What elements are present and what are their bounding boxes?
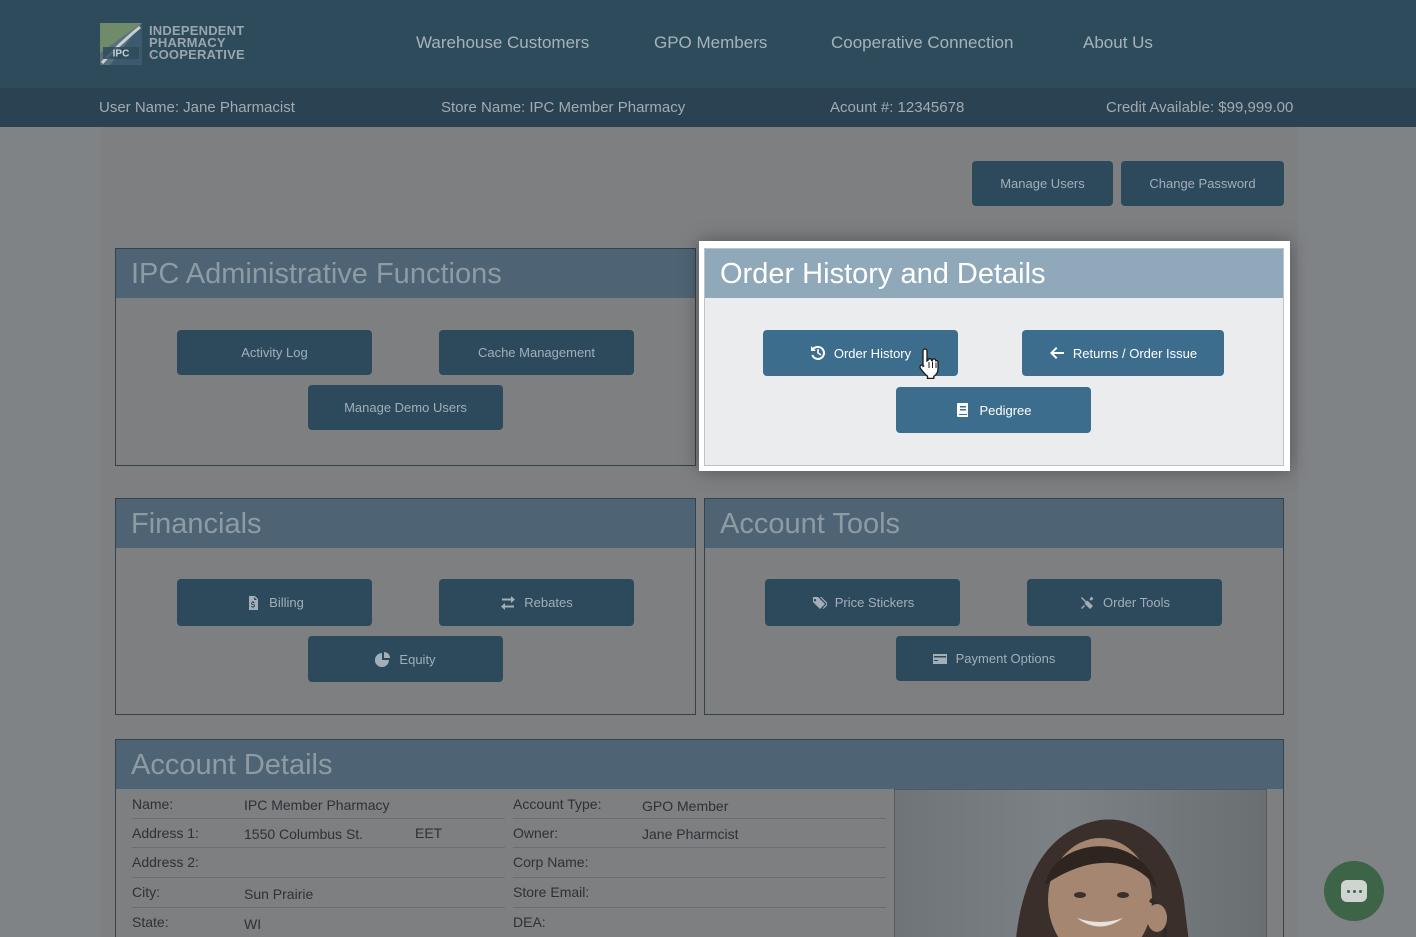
panel-title: IPC Administrative Functions xyxy=(116,249,695,298)
pedigree-button[interactable]: Pedigree xyxy=(896,387,1091,433)
button-label: Order Tools xyxy=(1103,595,1170,610)
logo-mark-text: IPC xyxy=(113,49,130,60)
divider xyxy=(513,818,886,819)
activity-log-button[interactable]: Activity Log xyxy=(177,330,372,375)
panel-title: Account Details xyxy=(116,740,1283,789)
cache-management-button[interactable]: Cache Management xyxy=(439,330,634,375)
store-name: Store Name: IPC Member Pharmacy xyxy=(441,99,686,116)
city-label: City: xyxy=(132,884,160,900)
arrow-left-icon xyxy=(1049,347,1064,359)
address1-label: Address 1: xyxy=(132,825,199,841)
history-icon xyxy=(810,345,825,360)
hand-cursor-icon xyxy=(919,348,939,380)
panel-title: Financials xyxy=(116,499,695,548)
dea-label: DEA: xyxy=(513,914,546,930)
button-label: Rebates xyxy=(524,595,573,610)
divider xyxy=(513,877,886,878)
book-icon xyxy=(957,403,969,417)
owner-value: Jane Pharmcist xyxy=(642,826,739,842)
divider xyxy=(513,907,886,908)
user-name: User Name: Jane Pharmacist xyxy=(99,99,295,116)
payment-options-button[interactable]: Payment Options xyxy=(896,636,1091,681)
support-agent-photo xyxy=(894,789,1267,937)
ipc-logo[interactable]: IPC INDEPENDENT PHARMACY COOPERATIVE xyxy=(100,23,250,67)
manage-users-button[interactable]: Manage Users xyxy=(972,161,1113,206)
state-label: State: xyxy=(132,914,169,930)
exchange-icon xyxy=(501,595,516,610)
divider xyxy=(513,847,886,848)
price-stickers-button[interactable]: Price Stickers xyxy=(765,579,960,626)
top-navigation: IPC INDEPENDENT PHARMACY COOPERATIVE War… xyxy=(0,0,1416,88)
address2-label: Address 2: xyxy=(132,854,199,870)
button-label: Pedigree xyxy=(979,402,1032,418)
address1-value: 1550 Columbus St. xyxy=(244,826,364,842)
rebates-button[interactable]: Rebates xyxy=(439,579,634,626)
tags-icon xyxy=(811,596,827,609)
city-value: Sun Prairie xyxy=(244,886,314,902)
invoice-icon xyxy=(249,595,259,610)
billing-button[interactable]: Billing xyxy=(177,579,372,626)
divider xyxy=(132,877,505,878)
nav-warehouse-customers[interactable]: Warehouse Customers xyxy=(416,33,589,53)
panel-title: Account Tools xyxy=(705,499,1283,548)
ipc-logo-icon: IPC xyxy=(100,23,142,65)
divider xyxy=(132,907,505,908)
state-value: WI xyxy=(244,916,262,932)
chat-button[interactable] xyxy=(1324,861,1384,921)
nav-gpo-members[interactable]: GPO Members xyxy=(654,33,767,53)
name-label: Name: xyxy=(132,796,174,812)
pie-chart-icon xyxy=(375,652,391,667)
chat-icon xyxy=(1341,880,1367,902)
name-value: IPC Member Pharmacy xyxy=(244,797,390,813)
store-email-label: Store Email: xyxy=(513,884,590,900)
button-label: Returns / Order Issue xyxy=(1072,345,1198,361)
support-agent-illustration xyxy=(1016,819,1189,937)
credit-available: Credit Available: $99,999.00 xyxy=(1106,99,1294,116)
button-label: Order History xyxy=(833,345,912,361)
tools-icon xyxy=(1081,596,1094,609)
account-type-label: Account Type: xyxy=(513,796,602,812)
divider xyxy=(132,847,505,848)
order-tools-button[interactable]: Order Tools xyxy=(1027,579,1222,626)
logo-line-3: COOPERATIVE xyxy=(149,47,245,62)
button-label: Price Stickers xyxy=(834,595,915,610)
account-type-value: GPO Member xyxy=(642,798,729,814)
button-label: Billing xyxy=(269,595,304,610)
equity-button[interactable]: Equity xyxy=(308,636,503,682)
button-label: Payment Options xyxy=(955,651,1056,666)
button-label: Equity xyxy=(399,651,436,667)
owner-label: Owner: xyxy=(513,825,559,841)
address1-extra: EET xyxy=(415,825,443,841)
nav-about-us[interactable]: About Us xyxy=(1083,33,1153,53)
nav-cooperative-connection[interactable]: Cooperative Connection xyxy=(831,33,1013,53)
logo-text: INDEPENDENT PHARMACY COOPERATIVE xyxy=(149,24,245,62)
change-password-button[interactable]: Change Password xyxy=(1121,161,1284,206)
panel-title: Order History and Details xyxy=(705,249,1283,298)
corp-name-label: Corp Name: xyxy=(513,854,589,870)
credit-card-icon xyxy=(932,653,947,664)
account-number: Acount #: 12345678 xyxy=(830,99,965,116)
returns-order-issue-button[interactable]: Returns / Order Issue xyxy=(1022,330,1224,376)
manage-demo-users-button[interactable]: Manage Demo Users xyxy=(308,385,503,430)
divider xyxy=(132,818,505,819)
